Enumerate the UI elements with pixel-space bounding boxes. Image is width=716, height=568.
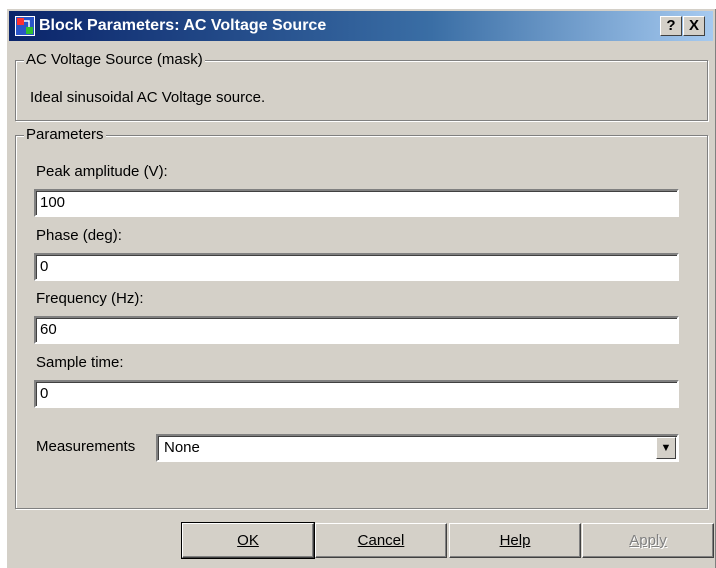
measurements-dropdown[interactable]: None ▼: [156, 434, 679, 462]
cancel-button[interactable]: Cancel: [315, 523, 447, 558]
parameters-groupbox: Parameters Peak amplitude (V): 100 Phase…: [15, 126, 708, 509]
title-bar[interactable]: Block Parameters: AC Voltage Source ? X: [9, 11, 713, 41]
mask-description: Ideal sinusoidal AC Voltage source.: [30, 89, 266, 106]
apply-button[interactable]: Apply: [582, 523, 714, 558]
help-title-button[interactable]: ?: [660, 16, 682, 36]
peak-amplitude-label: Peak amplitude (V):: [36, 163, 168, 180]
frequency-label: Frequency (Hz):: [36, 290, 144, 307]
window-title: Block Parameters: AC Voltage Source: [39, 17, 327, 34]
help-button[interactable]: Help: [449, 523, 581, 558]
sample-time-input[interactable]: 0: [34, 380, 679, 408]
phase-label: Phase (deg):: [36, 227, 122, 244]
measurements-value: None: [164, 439, 200, 456]
sample-time-label: Sample time:: [36, 354, 124, 371]
ok-button[interactable]: OK: [181, 522, 315, 559]
mask-group-legend: AC Voltage Source (mask): [24, 51, 205, 69]
mask-groupbox: AC Voltage Source (mask) Ideal sinusoida…: [15, 51, 708, 121]
simulink-block-icon: [15, 16, 35, 36]
measurements-label: Measurements: [36, 438, 136, 455]
dialog-window: Block Parameters: AC Voltage Source ? X …: [6, 8, 716, 568]
dropdown-arrow-icon[interactable]: ▼: [656, 437, 676, 459]
close-button[interactable]: X: [683, 16, 705, 36]
peak-amplitude-input[interactable]: 100: [34, 189, 679, 217]
apply-button-label: Apply: [629, 532, 667, 549]
phase-input[interactable]: 0: [34, 253, 679, 281]
frequency-input[interactable]: 60: [34, 316, 679, 344]
parameters-group-legend: Parameters: [24, 126, 106, 144]
